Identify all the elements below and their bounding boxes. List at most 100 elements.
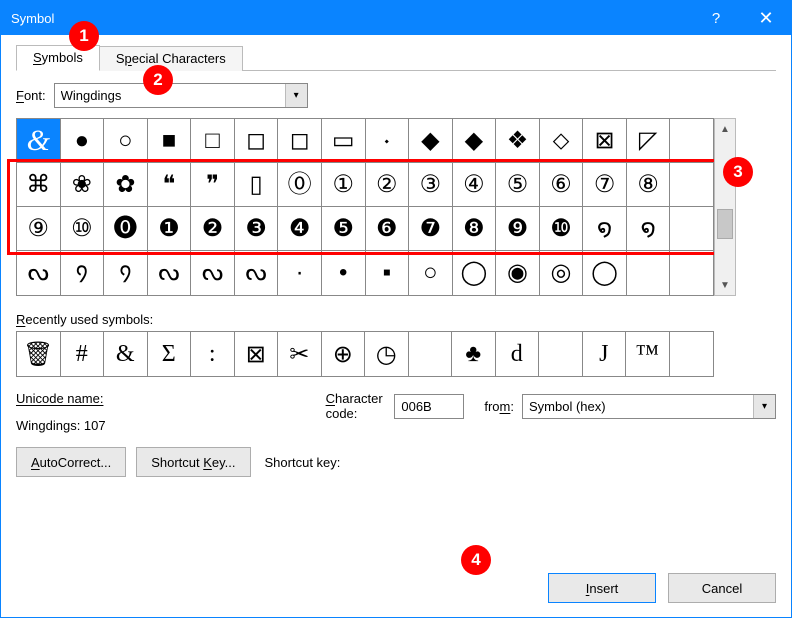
close-button[interactable]: ✕: [741, 1, 791, 35]
shortcut-key-button[interactable]: Shortcut Key...: [136, 447, 250, 477]
recent-cell[interactable]: &: [104, 332, 148, 376]
tab-special-characters[interactable]: Special Characters: [99, 46, 243, 71]
symbol-cell[interactable]: ❷: [191, 207, 235, 251]
symbol-cell[interactable]: ໑: [627, 207, 671, 251]
symbol-cell[interactable]: ❶: [148, 207, 192, 251]
symbol-cell[interactable]: ①: [322, 163, 366, 207]
insert-button[interactable]: Insert: [548, 573, 656, 603]
cancel-button[interactable]: Cancel: [668, 573, 776, 603]
symbol-cell[interactable]: ▪: [366, 251, 410, 295]
grid-scrollbar[interactable]: ▲ ▼: [714, 118, 736, 296]
symbol-cell[interactable]: ▭: [322, 119, 366, 163]
symbol-cell[interactable]: ❺: [322, 207, 366, 251]
symbol-cell[interactable]: ④: [453, 163, 497, 207]
symbol-cell[interactable]: ᠀: [61, 251, 105, 295]
symbol-cell[interactable]: ◎: [540, 251, 584, 295]
shortcut-row: AutoCorrect... Shortcut Key... Shortcut …: [16, 447, 776, 477]
symbol-cell[interactable]: ⑤: [496, 163, 540, 207]
symbol-cell[interactable]: ⌘: [17, 163, 61, 207]
recent-cell[interactable]: J: [583, 332, 627, 376]
symbol-cell[interactable]: [670, 119, 714, 163]
scroll-up-icon[interactable]: ▲: [715, 119, 735, 139]
symbol-cell[interactable]: ○: [104, 119, 148, 163]
symbol-cell[interactable]: ▯: [235, 163, 279, 207]
chevron-down-icon[interactable]: ▾: [285, 84, 307, 107]
symbol-cell[interactable]: ⑥: [540, 163, 584, 207]
autocorrect-button[interactable]: AutoCorrect...: [16, 447, 126, 477]
charcode-input[interactable]: [394, 394, 464, 419]
recent-cell[interactable]: Σ: [148, 332, 192, 376]
symbol-cell[interactable]: ⊠: [583, 119, 627, 163]
symbol-cell[interactable]: ◉: [496, 251, 540, 295]
symbol-cell[interactable]: &: [17, 119, 61, 163]
help-button[interactable]: ?: [691, 1, 741, 35]
from-combo[interactable]: ▾: [522, 394, 776, 419]
recent-cell[interactable]: d: [496, 332, 540, 376]
symbol-cell[interactable]: [627, 251, 671, 295]
recent-cell[interactable]: ⊕: [322, 332, 366, 376]
symbol-cell[interactable]: ◻: [278, 119, 322, 163]
symbol-cell[interactable]: ◆: [453, 119, 497, 163]
symbol-cell[interactable]: ⬦: [540, 119, 584, 163]
symbol-cell[interactable]: •: [322, 251, 366, 295]
symbol-cell[interactable]: ⑩: [61, 207, 105, 251]
symbol-cell[interactable]: ໑: [583, 207, 627, 251]
recent-cell[interactable]: :: [191, 332, 235, 376]
recent-cell[interactable]: ™: [626, 332, 670, 376]
symbol-cell[interactable]: ᔓ: [235, 251, 279, 295]
symbol-cell[interactable]: □: [191, 119, 235, 163]
symbol-cell[interactable]: ❾: [496, 207, 540, 251]
symbol-cell[interactable]: ⑨: [17, 207, 61, 251]
symbol-cell[interactable]: ᔓ: [17, 251, 61, 295]
symbol-cell[interactable]: ❼: [409, 207, 453, 251]
symbol-cell[interactable]: 🞗: [366, 119, 410, 163]
recent-cell[interactable]: [539, 332, 583, 376]
symbol-cell[interactable]: ◻: [235, 119, 279, 163]
symbol-cell[interactable]: ❀: [61, 163, 105, 207]
chevron-down-icon[interactable]: ▾: [753, 395, 775, 418]
symbol-cell[interactable]: ❸: [235, 207, 279, 251]
symbol-cell[interactable]: ✿: [104, 163, 148, 207]
symbol-cell[interactable]: ❞: [191, 163, 235, 207]
font-label: Font:: [16, 88, 46, 103]
recent-cell[interactable]: ✂: [278, 332, 322, 376]
font-combo[interactable]: ▾: [54, 83, 308, 108]
symbol-cell[interactable]: ◸: [627, 119, 671, 163]
symbol-cell[interactable]: ●: [61, 119, 105, 163]
symbol-cell[interactable]: ᔓ: [191, 251, 235, 295]
recent-cell[interactable]: [409, 332, 453, 376]
titlebar: Symbol ? ✕: [1, 1, 791, 35]
recent-cell[interactable]: #: [61, 332, 105, 376]
symbol-cell[interactable]: [670, 251, 714, 295]
symbol-cell[interactable]: ⑦: [583, 163, 627, 207]
symbol-cell[interactable]: ❻: [366, 207, 410, 251]
symbol-cell[interactable]: ■: [148, 119, 192, 163]
symbol-cell[interactable]: ③: [409, 163, 453, 207]
recent-cell[interactable]: [670, 332, 714, 376]
symbol-cell[interactable]: ❹: [278, 207, 322, 251]
symbol-cell[interactable]: ⓪: [278, 163, 322, 207]
recent-cell[interactable]: ♣: [452, 332, 496, 376]
symbol-cell[interactable]: ·: [278, 251, 322, 295]
scroll-down-icon[interactable]: ▼: [715, 275, 735, 295]
recent-cell[interactable]: ⊠: [235, 332, 279, 376]
symbol-cell[interactable]: ◯: [583, 251, 627, 295]
symbol-cell[interactable]: ᔓ: [148, 251, 192, 295]
recent-cell[interactable]: 🗑: [17, 332, 61, 376]
symbol-cell[interactable]: ❿: [540, 207, 584, 251]
symbol-cell[interactable]: ❝: [148, 163, 192, 207]
symbol-cell[interactable]: ❖: [496, 119, 540, 163]
symbol-cell[interactable]: [670, 163, 714, 207]
symbol-cell[interactable]: ②: [366, 163, 410, 207]
symbol-cell[interactable]: ᠀: [104, 251, 148, 295]
symbol-cell[interactable]: ⑧: [627, 163, 671, 207]
symbol-cell[interactable]: ⓿: [104, 207, 148, 251]
symbol-cell[interactable]: ○: [409, 251, 453, 295]
symbol-cell[interactable]: ◆: [409, 119, 453, 163]
symbol-cell[interactable]: ◯: [453, 251, 497, 295]
recent-cell[interactable]: ◷: [365, 332, 409, 376]
from-input[interactable]: [523, 395, 753, 418]
symbol-cell[interactable]: ❽: [453, 207, 497, 251]
scroll-thumb[interactable]: [717, 209, 733, 239]
symbol-cell[interactable]: [670, 207, 714, 251]
